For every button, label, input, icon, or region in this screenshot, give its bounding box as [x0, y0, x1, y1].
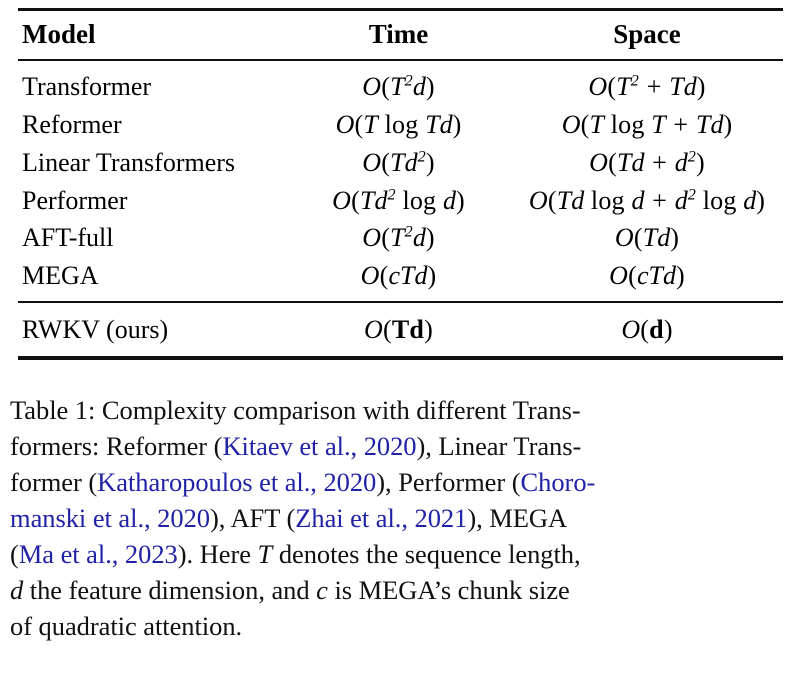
table-row: Linear Transformers O(Td2) O(Td + d2)	[18, 144, 783, 182]
cell-model: Reformer	[22, 110, 122, 140]
caption-line-2: formers: Reformer (Kitaev et al., 2020),…	[10, 428, 796, 464]
column-header-model: Model	[22, 19, 96, 49]
cell-space: O(Td log d + d2 log d)	[528, 185, 766, 215]
cell-model: Performer	[22, 185, 128, 215]
cell-time: O(Td)	[364, 314, 433, 344]
table-row: MEGA O(cTd) O(cTd)	[18, 257, 783, 302]
citation-choromanski-part1[interactable]: Choro-	[521, 467, 596, 497]
caption-var-d: d	[10, 575, 24, 606]
cell-space: O(T log T + Td)	[561, 110, 733, 140]
caption-text-1: Complexity comparison with different Tra…	[101, 395, 581, 425]
cell-space: O(d)	[621, 314, 673, 344]
cell-model: AFT-full	[22, 223, 114, 253]
cell-model: Transformer	[22, 72, 152, 102]
caption-text-4-mid: ), AFT (	[209, 503, 296, 534]
table-body: Transformer O(T2d) O(T2 + Td) Reformer O…	[18, 60, 783, 359]
cell-time: O(Td2 log d)	[332, 185, 465, 215]
column-header-time: Time	[368, 19, 429, 49]
table-header-row: Model Time Space	[18, 9, 783, 61]
cell-space: O(Td)	[614, 223, 680, 253]
citation-katharopoulos[interactable]: Katharopoulos et al., 2020	[97, 467, 376, 497]
cell-space: O(cTd)	[609, 260, 685, 290]
caption-text-5-end: denotes the sequence length,	[278, 539, 581, 570]
cell-model: MEGA	[22, 260, 99, 290]
caption-text-7: of quadratic attention.	[10, 611, 243, 642]
table-row: Performer O(Td2 log d) O(Td log d + d2 l…	[18, 182, 783, 220]
caption-text-6-mid: the feature dimension, and	[29, 575, 310, 606]
table-row-highlight-rwkv: RWKV (ours) O(Td) O(d)	[18, 301, 783, 359]
caption-text-6-end: is MEGA’s chunk size	[334, 575, 570, 606]
citation-zhai[interactable]: Zhai et al., 2021	[295, 503, 467, 533]
caption-text-3-mid: ), Performer (	[376, 467, 521, 498]
cell-time: O(T2d)	[362, 223, 435, 253]
caption-text-3-pre: former (	[10, 467, 98, 498]
caption-line-5: (Ma et al., 2023). Here T denotes the se…	[10, 536, 796, 572]
caption-var-c: c	[316, 575, 328, 606]
table-row: Transformer O(T2d) O(T2 + Td)	[18, 60, 783, 106]
caption-label: Table 1:	[10, 395, 96, 425]
citation-ma[interactable]: Ma et al., 2023	[19, 539, 178, 569]
caption-text-5-post: ). Here	[177, 539, 251, 570]
cell-model: RWKV (ours)	[22, 314, 169, 344]
caption-line-4: manski et al., 2020), AFT (Zhai et al., …	[10, 500, 796, 536]
caption-line-1: Table 1: Complexity comparison with diff…	[10, 392, 796, 428]
cell-time: O(T log Td)	[335, 110, 462, 140]
cell-space: O(T2 + Td)	[588, 72, 706, 102]
table-header: Model Time Space	[18, 9, 783, 61]
cell-space: O(Td + d2)	[589, 147, 705, 177]
complexity-table: Model Time Space Transformer O(T2d) O(T2…	[18, 8, 783, 360]
cell-time: O(Td2)	[362, 147, 435, 177]
caption-var-T: T	[257, 539, 273, 570]
column-header-space: Space	[613, 19, 681, 49]
complexity-table-container: Model Time Space Transformer O(T2d) O(T2…	[18, 8, 783, 360]
table-row: AFT-full O(T2d) O(Td)	[18, 219, 783, 257]
caption-line-3: former (Katharopoulos et al., 2020), Per…	[10, 464, 796, 500]
cell-time: O(cTd)	[360, 260, 437, 290]
caption-text-4-post: ), MEGA	[467, 503, 568, 534]
caption-text-2-post: ), Linear Trans-	[416, 431, 582, 462]
citation-kitaev[interactable]: Kitaev et al., 2020	[222, 431, 416, 461]
table-caption: Table 1: Complexity comparison with diff…	[10, 392, 796, 644]
caption-text-2-pre: formers: Reformer (	[10, 431, 223, 462]
cell-model: Linear Transformers	[22, 147, 236, 177]
table-row: Reformer O(T log Td) O(T log T + Td)	[18, 106, 783, 144]
table-figure-page: Model Time Space Transformer O(T2d) O(T2…	[0, 0, 803, 685]
citation-choromanski-part2[interactable]: manski et al., 2020	[10, 503, 210, 533]
caption-text-5-pre: (	[10, 539, 19, 570]
caption-line-6: d the feature dimension, and c is MEGA’s…	[10, 572, 796, 608]
caption-line-7: of quadratic attention.	[10, 608, 796, 644]
cell-time: O(T2d)	[362, 72, 435, 102]
